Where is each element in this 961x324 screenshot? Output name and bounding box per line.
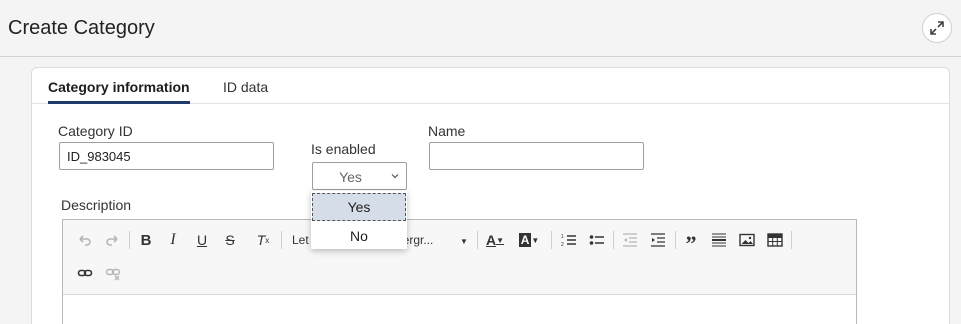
name-input[interactable] bbox=[429, 142, 644, 170]
category-id-label: Category ID bbox=[58, 123, 133, 139]
font-combo[interactable]: Let bbox=[292, 229, 309, 251]
table-icon[interactable] bbox=[764, 229, 786, 251]
toolbar-divider bbox=[477, 231, 478, 249]
numbered-list-icon[interactable]: 12 bbox=[558, 229, 580, 251]
page-header: Create Category bbox=[0, 0, 961, 57]
is-enabled-label: Is enabled bbox=[311, 141, 376, 157]
chevron-down-icon bbox=[391, 174, 399, 179]
underline-icon[interactable]: U bbox=[191, 229, 213, 251]
is-enabled-dropdown: Yes No bbox=[311, 191, 407, 249]
italic-icon[interactable]: I bbox=[162, 229, 184, 251]
undo-icon[interactable] bbox=[74, 229, 96, 251]
toolbar-divider bbox=[675, 231, 676, 249]
indent-icon[interactable] bbox=[647, 229, 669, 251]
tab-bar: Category information ID data bbox=[32, 68, 949, 104]
category-id-input[interactable] bbox=[59, 142, 274, 170]
expand-button[interactable] bbox=[922, 13, 952, 43]
expand-icon bbox=[930, 21, 944, 35]
svg-text:2: 2 bbox=[561, 242, 564, 248]
name-label: Name bbox=[428, 123, 466, 139]
horizontal-rule-icon[interactable] bbox=[708, 229, 730, 251]
toolbar-divider bbox=[129, 231, 130, 249]
bold-icon[interactable]: B bbox=[135, 229, 157, 251]
toolbar-divider bbox=[281, 231, 282, 249]
outdent-icon[interactable] bbox=[619, 229, 641, 251]
toolbar-divider bbox=[613, 231, 614, 249]
image-icon[interactable] bbox=[736, 229, 758, 251]
is-enabled-select[interactable]: Yes bbox=[312, 162, 407, 190]
page-title: Create Category bbox=[8, 17, 155, 39]
option-yes[interactable]: Yes bbox=[312, 193, 406, 221]
strikethrough-icon[interactable]: S bbox=[219, 229, 241, 251]
option-no[interactable]: No bbox=[312, 222, 406, 250]
tab-category-information[interactable]: Category information bbox=[48, 79, 190, 104]
description-label: Description bbox=[61, 197, 132, 213]
unlink-icon[interactable] bbox=[102, 262, 124, 284]
text-color-icon[interactable]: A ▼ bbox=[484, 229, 506, 251]
background-color-icon[interactable]: A ▼ bbox=[518, 229, 540, 251]
clear-format-icon[interactable]: Tx bbox=[252, 229, 274, 251]
tab-id-data[interactable]: ID data bbox=[223, 79, 268, 95]
svg-text:1: 1 bbox=[561, 234, 564, 240]
is-enabled-value: Yes bbox=[339, 169, 362, 185]
link-icon[interactable] bbox=[74, 262, 96, 284]
toolbar-divider bbox=[551, 231, 552, 249]
redo-icon[interactable] bbox=[101, 229, 123, 251]
blockquote-icon[interactable]: ” bbox=[680, 229, 702, 256]
format-combo-caret[interactable]: ▼ bbox=[460, 229, 468, 251]
toolbar-divider bbox=[791, 231, 792, 249]
bulleted-list-icon[interactable] bbox=[586, 229, 608, 251]
